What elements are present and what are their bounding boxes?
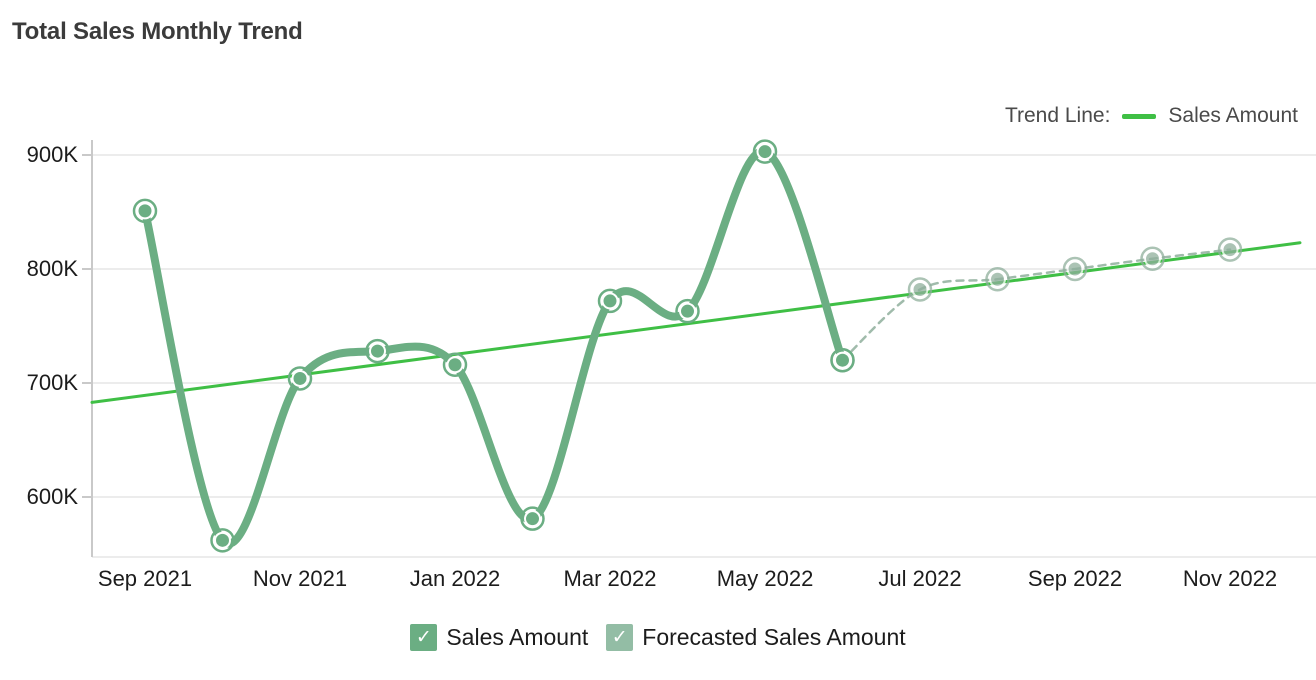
x-axis-tick-label: Mar 2022 bbox=[563, 566, 657, 591]
x-axis-labels: Sep 2021 Nov 2021 Jan 2022 Mar 2022 May 2022… bbox=[0, 566, 1316, 602]
y-axis-tick-label: 900K bbox=[26, 142, 78, 167]
forecast-series-path bbox=[841, 248, 1232, 362]
legend-checkbox[interactable]: ✓ bbox=[410, 624, 438, 651]
data-point-marker[interactable] bbox=[1217, 237, 1243, 262]
data-point-marker[interactable] bbox=[1062, 256, 1088, 282]
gridlines bbox=[92, 154, 1316, 558]
data-point-marker[interactable] bbox=[132, 198, 158, 224]
y-axis-tick-label: 700K bbox=[26, 370, 78, 395]
data-point-marker[interactable] bbox=[520, 506, 545, 531]
legend-item-label: Sales Amount bbox=[446, 624, 589, 650]
legend-item-label: Forecasted Sales Amount bbox=[642, 624, 906, 650]
chart-container: Total Sales Monthly Trend Trend Line: Sa… bbox=[0, 0, 1316, 680]
data-point-marker[interactable] bbox=[675, 298, 700, 324]
x-axis-tick-label: Sep 2021 bbox=[97, 566, 193, 591]
x-axis-tick-label: Nov 2022 bbox=[1182, 566, 1278, 591]
data-point-marker[interactable] bbox=[830, 347, 855, 373]
series-legend: ✓ Sales Amount ✓ Forecasted Sales Amount bbox=[0, 624, 1316, 651]
data-point-marker[interactable] bbox=[287, 366, 313, 391]
x-axis-tick-label: Nov 2021 bbox=[252, 566, 348, 591]
x-axis-tick-label: Sep 2022 bbox=[1027, 566, 1123, 591]
x-axis-tick-label: May 2022 bbox=[716, 566, 814, 591]
data-point-marker[interactable] bbox=[985, 267, 1010, 292]
data-point-marker[interactable] bbox=[1140, 246, 1165, 271]
actual-series-path bbox=[141, 147, 847, 548]
data-point-marker[interactable] bbox=[597, 288, 623, 314]
y-axis-tick-label: 600K bbox=[26, 484, 78, 509]
data-point-marker[interactable] bbox=[365, 338, 390, 364]
data-point-marker[interactable] bbox=[907, 277, 933, 302]
legend-checkbox[interactable]: ✓ bbox=[606, 624, 634, 651]
y-axis-ticks bbox=[82, 154, 92, 498]
y-axis-tick-label: 800K bbox=[26, 256, 78, 281]
legend-forecasted-sales-amount[interactable]: ✓ Forecasted Sales Amount bbox=[606, 624, 906, 651]
data-point-marker[interactable] bbox=[442, 352, 468, 378]
data-point-marker[interactable] bbox=[752, 139, 778, 164]
x-axis-tick-label: Jan 2022 bbox=[409, 566, 501, 591]
x-axis-tick-label: Jul 2022 bbox=[878, 566, 962, 591]
legend-sales-amount[interactable]: ✓ Sales Amount bbox=[410, 624, 588, 651]
actual-series-markers[interactable] bbox=[132, 139, 855, 553]
data-point-marker[interactable] bbox=[210, 528, 235, 553]
trend-line-path bbox=[90, 241, 1302, 404]
